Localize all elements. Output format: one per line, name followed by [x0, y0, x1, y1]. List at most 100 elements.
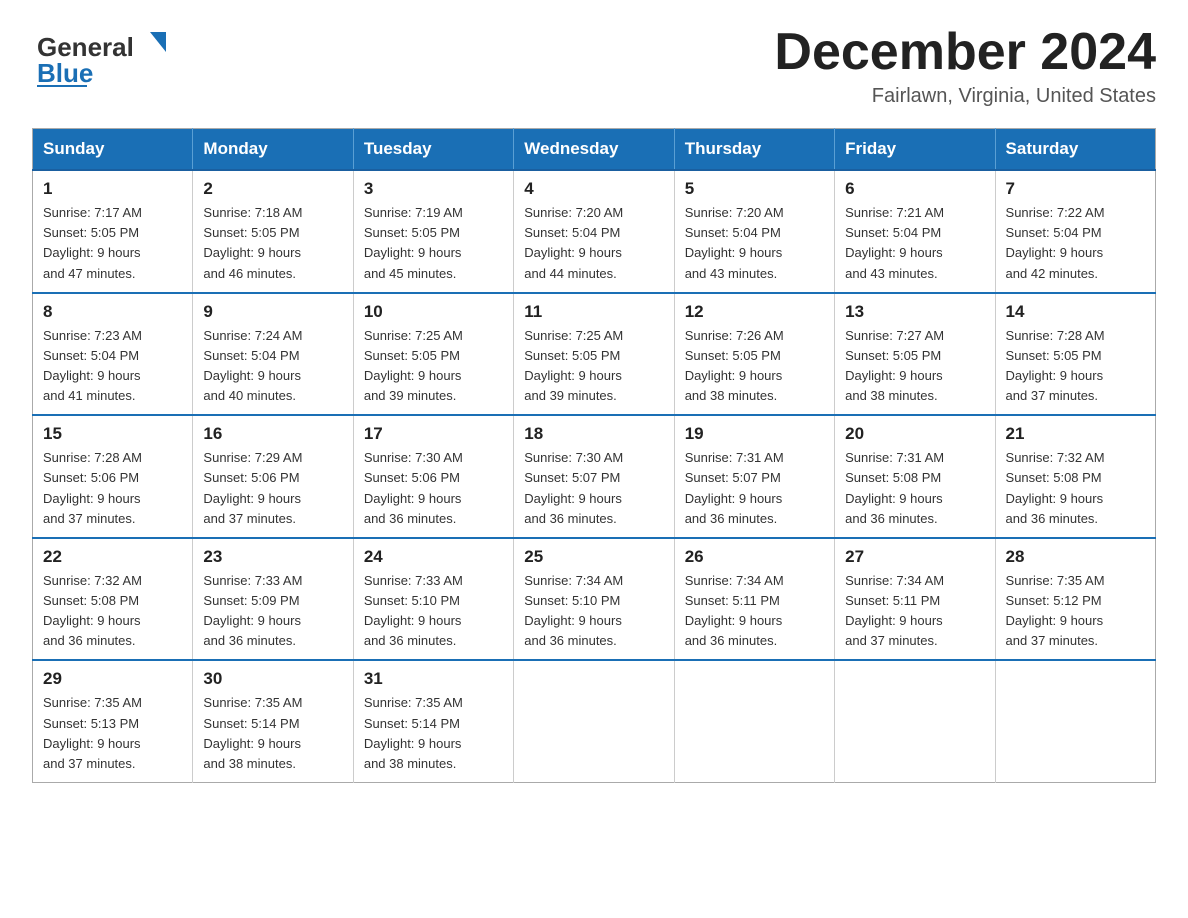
day-number: 18: [524, 424, 663, 444]
day-number: 24: [364, 547, 503, 567]
day-number: 3: [364, 179, 503, 199]
calendar-week-row: 29 Sunrise: 7:35 AMSunset: 5:13 PMDaylig…: [33, 660, 1156, 782]
calendar-body: 1 Sunrise: 7:17 AMSunset: 5:05 PMDayligh…: [33, 170, 1156, 782]
day-number: 15: [43, 424, 182, 444]
day-info: Sunrise: 7:30 AMSunset: 5:06 PMDaylight:…: [364, 448, 503, 529]
calendar-day-cell: 29 Sunrise: 7:35 AMSunset: 5:13 PMDaylig…: [33, 660, 193, 782]
calendar-day-cell: 14 Sunrise: 7:28 AMSunset: 5:05 PMDaylig…: [995, 293, 1155, 416]
day-info: Sunrise: 7:24 AMSunset: 5:04 PMDaylight:…: [203, 326, 342, 407]
calendar-day-cell: 16 Sunrise: 7:29 AMSunset: 5:06 PMDaylig…: [193, 415, 353, 538]
day-number: 6: [845, 179, 984, 199]
day-of-week-header: Wednesday: [514, 129, 674, 171]
day-number: 4: [524, 179, 663, 199]
calendar-day-cell: 5 Sunrise: 7:20 AMSunset: 5:04 PMDayligh…: [674, 170, 834, 293]
calendar-day-cell: 4 Sunrise: 7:20 AMSunset: 5:04 PMDayligh…: [514, 170, 674, 293]
day-info: Sunrise: 7:25 AMSunset: 5:05 PMDaylight:…: [524, 326, 663, 407]
day-info: Sunrise: 7:23 AMSunset: 5:04 PMDaylight:…: [43, 326, 182, 407]
day-number: 23: [203, 547, 342, 567]
day-of-week-header: Friday: [835, 129, 995, 171]
day-of-week-header: Monday: [193, 129, 353, 171]
day-info: Sunrise: 7:18 AMSunset: 5:05 PMDaylight:…: [203, 203, 342, 284]
day-info: Sunrise: 7:34 AMSunset: 5:10 PMDaylight:…: [524, 571, 663, 652]
calendar-day-cell: 6 Sunrise: 7:21 AMSunset: 5:04 PMDayligh…: [835, 170, 995, 293]
day-info: Sunrise: 7:35 AMSunset: 5:14 PMDaylight:…: [364, 693, 503, 774]
calendar-week-row: 8 Sunrise: 7:23 AMSunset: 5:04 PMDayligh…: [33, 293, 1156, 416]
day-info: Sunrise: 7:35 AMSunset: 5:13 PMDaylight:…: [43, 693, 182, 774]
day-info: Sunrise: 7:33 AMSunset: 5:10 PMDaylight:…: [364, 571, 503, 652]
day-info: Sunrise: 7:30 AMSunset: 5:07 PMDaylight:…: [524, 448, 663, 529]
day-info: Sunrise: 7:20 AMSunset: 5:04 PMDaylight:…: [685, 203, 824, 284]
calendar-day-cell: 19 Sunrise: 7:31 AMSunset: 5:07 PMDaylig…: [674, 415, 834, 538]
day-number: 31: [364, 669, 503, 689]
calendar-day-cell: [835, 660, 995, 782]
day-number: 28: [1006, 547, 1145, 567]
day-info: Sunrise: 7:34 AMSunset: 5:11 PMDaylight:…: [845, 571, 984, 652]
day-of-week-header: Sunday: [33, 129, 193, 171]
day-number: 8: [43, 302, 182, 322]
calendar-week-row: 15 Sunrise: 7:28 AMSunset: 5:06 PMDaylig…: [33, 415, 1156, 538]
day-info: Sunrise: 7:34 AMSunset: 5:11 PMDaylight:…: [685, 571, 824, 652]
days-of-week-row: SundayMondayTuesdayWednesdayThursdayFrid…: [33, 129, 1156, 171]
calendar-day-cell: 28 Sunrise: 7:35 AMSunset: 5:12 PMDaylig…: [995, 538, 1155, 661]
calendar-day-cell: 30 Sunrise: 7:35 AMSunset: 5:14 PMDaylig…: [193, 660, 353, 782]
day-number: 17: [364, 424, 503, 444]
day-info: Sunrise: 7:27 AMSunset: 5:05 PMDaylight:…: [845, 326, 984, 407]
day-number: 30: [203, 669, 342, 689]
day-number: 9: [203, 302, 342, 322]
calendar-day-cell: 23 Sunrise: 7:33 AMSunset: 5:09 PMDaylig…: [193, 538, 353, 661]
calendar-day-cell: 27 Sunrise: 7:34 AMSunset: 5:11 PMDaylig…: [835, 538, 995, 661]
calendar-day-cell: 1 Sunrise: 7:17 AMSunset: 5:05 PMDayligh…: [33, 170, 193, 293]
day-number: 26: [685, 547, 824, 567]
day-number: 25: [524, 547, 663, 567]
day-number: 21: [1006, 424, 1145, 444]
calendar-day-cell: 7 Sunrise: 7:22 AMSunset: 5:04 PMDayligh…: [995, 170, 1155, 293]
calendar-day-cell: 12 Sunrise: 7:26 AMSunset: 5:05 PMDaylig…: [674, 293, 834, 416]
calendar-day-cell: 8 Sunrise: 7:23 AMSunset: 5:04 PMDayligh…: [33, 293, 193, 416]
day-info: Sunrise: 7:31 AMSunset: 5:08 PMDaylight:…: [845, 448, 984, 529]
calendar-table: SundayMondayTuesdayWednesdayThursdayFrid…: [32, 128, 1156, 783]
calendar-header: SundayMondayTuesdayWednesdayThursdayFrid…: [33, 129, 1156, 171]
calendar-day-cell: 18 Sunrise: 7:30 AMSunset: 5:07 PMDaylig…: [514, 415, 674, 538]
day-info: Sunrise: 7:33 AMSunset: 5:09 PMDaylight:…: [203, 571, 342, 652]
calendar-day-cell: 10 Sunrise: 7:25 AMSunset: 5:05 PMDaylig…: [353, 293, 513, 416]
calendar-day-cell: 26 Sunrise: 7:34 AMSunset: 5:11 PMDaylig…: [674, 538, 834, 661]
calendar-day-cell: 24 Sunrise: 7:33 AMSunset: 5:10 PMDaylig…: [353, 538, 513, 661]
calendar-week-row: 22 Sunrise: 7:32 AMSunset: 5:08 PMDaylig…: [33, 538, 1156, 661]
calendar-day-cell: [674, 660, 834, 782]
logo: General Blue: [32, 24, 172, 89]
day-number: 20: [845, 424, 984, 444]
day-info: Sunrise: 7:31 AMSunset: 5:07 PMDaylight:…: [685, 448, 824, 529]
day-info: Sunrise: 7:22 AMSunset: 5:04 PMDaylight:…: [1006, 203, 1145, 284]
day-number: 11: [524, 302, 663, 322]
day-info: Sunrise: 7:35 AMSunset: 5:12 PMDaylight:…: [1006, 571, 1145, 652]
day-info: Sunrise: 7:21 AMSunset: 5:04 PMDaylight:…: [845, 203, 984, 284]
day-of-week-header: Thursday: [674, 129, 834, 171]
day-number: 22: [43, 547, 182, 567]
day-number: 13: [845, 302, 984, 322]
day-number: 1: [43, 179, 182, 199]
day-info: Sunrise: 7:32 AMSunset: 5:08 PMDaylight:…: [43, 571, 182, 652]
calendar-week-row: 1 Sunrise: 7:17 AMSunset: 5:05 PMDayligh…: [33, 170, 1156, 293]
day-number: 19: [685, 424, 824, 444]
calendar-day-cell: 25 Sunrise: 7:34 AMSunset: 5:10 PMDaylig…: [514, 538, 674, 661]
calendar-day-cell: 11 Sunrise: 7:25 AMSunset: 5:05 PMDaylig…: [514, 293, 674, 416]
day-number: 7: [1006, 179, 1145, 199]
logo-svg: General Blue: [32, 24, 172, 89]
calendar-day-cell: [995, 660, 1155, 782]
day-info: Sunrise: 7:17 AMSunset: 5:05 PMDaylight:…: [43, 203, 182, 284]
calendar-day-cell: [514, 660, 674, 782]
day-of-week-header: Tuesday: [353, 129, 513, 171]
day-number: 12: [685, 302, 824, 322]
day-number: 29: [43, 669, 182, 689]
day-info: Sunrise: 7:28 AMSunset: 5:06 PMDaylight:…: [43, 448, 182, 529]
day-number: 27: [845, 547, 984, 567]
calendar-day-cell: 31 Sunrise: 7:35 AMSunset: 5:14 PMDaylig…: [353, 660, 513, 782]
day-info: Sunrise: 7:32 AMSunset: 5:08 PMDaylight:…: [1006, 448, 1145, 529]
calendar-day-cell: 17 Sunrise: 7:30 AMSunset: 5:06 PMDaylig…: [353, 415, 513, 538]
day-of-week-header: Saturday: [995, 129, 1155, 171]
calendar-day-cell: 2 Sunrise: 7:18 AMSunset: 5:05 PMDayligh…: [193, 170, 353, 293]
day-info: Sunrise: 7:20 AMSunset: 5:04 PMDaylight:…: [524, 203, 663, 284]
month-title: December 2024: [774, 24, 1156, 81]
calendar-day-cell: 3 Sunrise: 7:19 AMSunset: 5:05 PMDayligh…: [353, 170, 513, 293]
day-info: Sunrise: 7:25 AMSunset: 5:05 PMDaylight:…: [364, 326, 503, 407]
